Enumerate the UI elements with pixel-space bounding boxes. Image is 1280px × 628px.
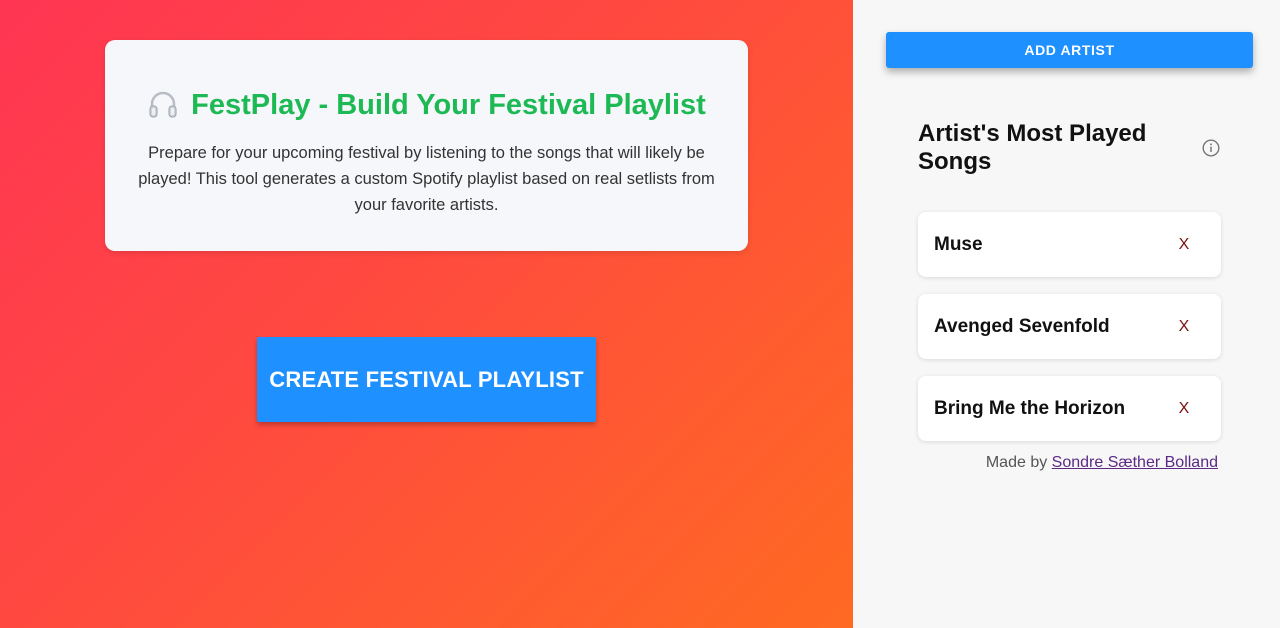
main-panel: FestPlay - Build Your Festival Playlist …: [0, 0, 853, 628]
page-title: FestPlay - Build Your Festival Playlist: [125, 88, 728, 122]
remove-artist-button[interactable]: X: [1169, 312, 1199, 342]
intro-card: FestPlay - Build Your Festival Playlist …: [105, 40, 748, 251]
remove-artist-button[interactable]: X: [1169, 230, 1199, 260]
artist-card: Avenged Sevenfold X: [918, 294, 1221, 359]
info-icon[interactable]: [1202, 139, 1220, 157]
create-playlist-button[interactable]: CREATE FESTIVAL PLAYLIST: [257, 337, 596, 422]
artist-card: Bring Me the Horizon X: [918, 376, 1221, 441]
intro-description: Prepare for your upcoming festival by li…: [138, 144, 715, 214]
headphones-icon: [149, 91, 177, 118]
remove-artist-button[interactable]: X: [1169, 394, 1199, 424]
section-title: Artist's Most Played Songs: [918, 120, 1147, 175]
artist-list: Muse X Avenged Sevenfold X Bring Me the …: [918, 212, 1221, 458]
page-title-text: FestPlay - Build Your Festival Playlist: [191, 89, 706, 121]
app-root: FestPlay - Build Your Festival Playlist …: [0, 0, 1280, 628]
footer-credit: Made by Sondre Sæther Bolland: [986, 454, 1218, 472]
artist-name: Avenged Sevenfold: [934, 315, 1110, 337]
add-artist-button[interactable]: ADD ARTIST: [886, 32, 1253, 68]
artist-name: Bring Me the Horizon: [934, 397, 1126, 419]
author-link[interactable]: Sondre Sæther Bolland: [1052, 454, 1218, 471]
artist-card: Muse X: [918, 212, 1221, 277]
sidebar: ADD ARTIST Artist's Most Played Songs Mu…: [853, 0, 1280, 628]
footer-prefix: Made by: [985, 454, 1048, 471]
artist-name: Muse: [934, 233, 983, 255]
